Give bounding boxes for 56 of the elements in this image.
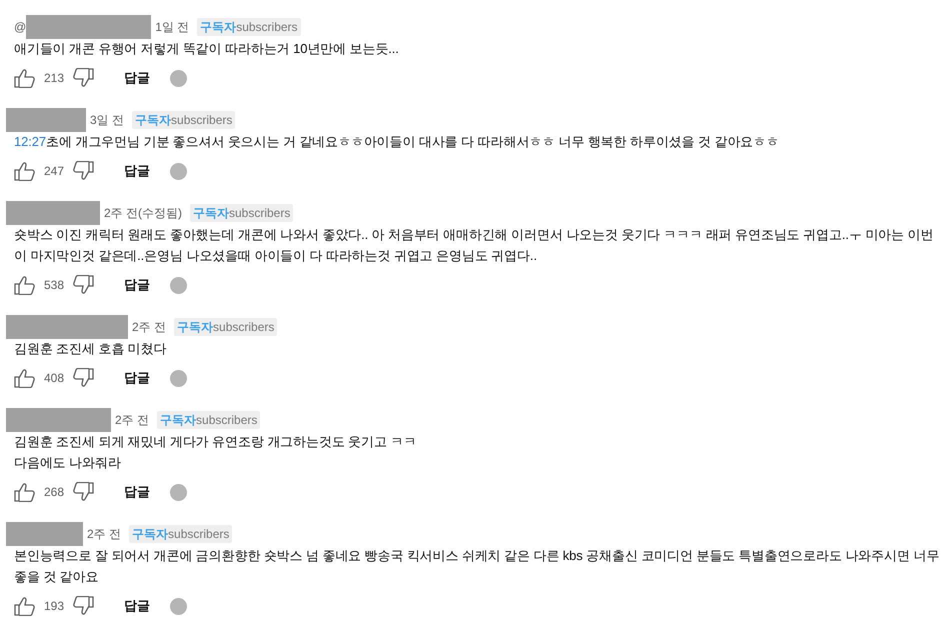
- thumbs-down-icon[interactable]: [72, 68, 94, 88]
- badge-label: 구독자: [200, 19, 236, 35]
- thumbs-up-icon[interactable]: [14, 161, 36, 181]
- badge-note: subscribers: [168, 526, 230, 542]
- reply-button[interactable]: 답글: [112, 275, 162, 295]
- badge-note: subscribers: [236, 19, 298, 35]
- comment-text: 애기들이 개콘 유행어 저렇게 똑같이 따라하는거 10년만에 보는듯...: [14, 40, 400, 58]
- like-count: 538: [44, 277, 64, 294]
- avatar-icon: [170, 162, 188, 180]
- thumbs-down-icon[interactable]: [72, 596, 94, 616]
- badge-label: 구독자: [160, 412, 196, 428]
- badge-label: 구독자: [135, 112, 172, 128]
- like-count: 193: [44, 598, 64, 615]
- reply-button[interactable]: 답글: [112, 161, 162, 181]
- thumbs-up-icon[interactable]: [14, 68, 36, 88]
- comment-text: 김원훈 조진세 호흡 미쳤다: [14, 340, 168, 358]
- reply-button[interactable]: 답글: [112, 68, 162, 88]
- badge-label: 구독자: [177, 319, 214, 335]
- reply-button[interactable]: 답글: [112, 368, 162, 388]
- comment-time: 2주 전: [132, 319, 166, 336]
- thumbs-up-icon[interactable]: [14, 368, 36, 388]
- avatar-icon: [170, 370, 188, 386]
- thumbs-up-icon[interactable]: [14, 596, 36, 616]
- like-count: 268: [44, 484, 64, 501]
- thumbs-up-icon[interactable]: [14, 275, 36, 295]
- badge-note: subscribers: [171, 112, 232, 128]
- comment-time: 2주 전(수정됨): [104, 205, 182, 222]
- comment-time: 2주 전: [115, 412, 150, 429]
- reply-button[interactable]: 답글: [112, 596, 162, 616]
- avatar-icon: [170, 484, 188, 500]
- comment-text: 12:27초에 개그우먼님 기분 좋으셔서 웃으시는 거 같네요ㅎㅎ아이들이 대사를 다 따라해서ㅎㅎ 너무 행복한 하루이셨을 것 같아요ㅎㅎ: [14, 133, 780, 151]
- comment-time: 1일 전: [155, 19, 190, 36]
- avatar-icon: [170, 276, 188, 294]
- badge-note: subscribers: [196, 412, 258, 428]
- avatar-icon: [170, 70, 188, 86]
- thumbs-down-icon[interactable]: [72, 275, 94, 295]
- like-count: 213: [44, 70, 64, 87]
- comment-text: 본인능력으로 잘 되어서 개콘에 금의환향한 숏박스 넘 좋네요 빵송국 킥서비스 쉬케치 같은 다른 kbs 공채출신 코미디언 분들도 특별출연으로라도 나와주시면 너무 좋을 것 같아요: [14, 547, 940, 586]
- comment-time: 3일 전: [90, 112, 124, 129]
- badge-label: 구독자: [132, 526, 168, 542]
- badge-note: subscribers: [229, 205, 290, 221]
- thumbs-up-icon[interactable]: [14, 482, 36, 502]
- thumbs-down-icon[interactable]: [72, 161, 94, 181]
- badge-label: 구독자: [193, 205, 229, 221]
- avatar-icon: [170, 598, 188, 614]
- badge-note: subscribers: [213, 319, 274, 335]
- comment-text: 김원훈 조진세 되게 재밌네 게다가 유연조랑 개그하는것도 웃기고 ㅋㅋ 다음에도 나와줘라: [14, 433, 418, 472]
- thumbs-down-icon[interactable]: [72, 482, 94, 502]
- comment-time: 2주 전: [87, 526, 122, 543]
- like-count: 247: [44, 163, 64, 180]
- reply-button[interactable]: 답글: [112, 482, 162, 502]
- timestamp-link[interactable]: 12:27: [14, 134, 46, 149]
- like-count: 408: [44, 370, 64, 387]
- comment-text: 숏박스 이진 캐릭터 원래도 좋아했는데 개콘에 나와서 좋았다.. 아 처음부터 애매하긴해 이러면서 나오는것 웃기다 ㅋㅋㅋ 래퍼 유연조님도 귀엽고..ㅜ 미아는 이번 이 마지막인것 같은데..은영님 나오셨을때 아이들이 다 따라하는것 귀엽고 은영님도 귀엽다..: [14, 226, 934, 265]
- thumbs-down-icon[interactable]: [72, 368, 94, 388]
- user-handle: @: [14, 19, 26, 36]
